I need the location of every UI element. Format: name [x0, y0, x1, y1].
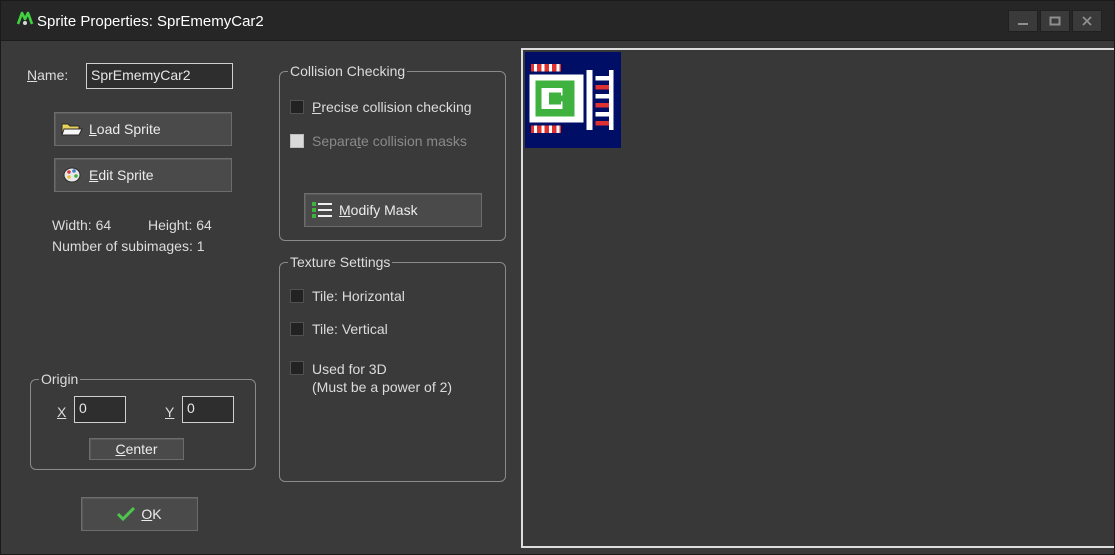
- edit-sprite-label: Edit Sprite: [89, 167, 154, 183]
- precise-collision-checkbox[interactable]: [290, 100, 304, 114]
- window-title: Sprite Properties: SprEmemyCar2: [37, 13, 264, 30]
- used-for-3d-label: Used for 3D: [312, 361, 387, 377]
- collision-checking-title: Collision Checking: [288, 63, 408, 79]
- window-controls: [1008, 10, 1102, 32]
- name-label: Name:: [27, 67, 69, 83]
- texture-settings-title: Texture Settings: [288, 254, 393, 270]
- edit-sprite-button[interactable]: Edit Sprite: [54, 158, 232, 192]
- load-sprite-label: Load Sprite: [89, 121, 161, 137]
- separate-masks-label: Separate collision masks: [312, 133, 467, 149]
- texture-settings-group: Texture Settings Tile: Horizontal Tile: …: [279, 254, 506, 482]
- title-bar: Sprite Properties: SprEmemyCar2: [1, 1, 1114, 41]
- precise-collision-option[interactable]: Precise collision checking: [290, 99, 472, 115]
- tile-horizontal-option[interactable]: Tile: Horizontal: [290, 288, 405, 304]
- name-field[interactable]: SprEmemyCar2: [86, 63, 233, 89]
- origin-x-label: X: [57, 404, 67, 420]
- center-label: Center: [115, 441, 158, 457]
- ok-label: OK: [141, 506, 162, 522]
- tile-vertical-checkbox[interactable]: [290, 322, 304, 336]
- modify-mask-label: Modify Mask: [339, 202, 418, 218]
- origin-y-label: Y: [165, 404, 175, 420]
- mask-list-icon: [311, 201, 333, 219]
- tile-vertical-label: Tile: Vertical: [312, 321, 388, 337]
- maximize-icon: [1049, 16, 1061, 26]
- minimize-button[interactable]: [1008, 10, 1038, 32]
- origin-group: Origin X 0 Y 0 Center: [30, 371, 256, 470]
- used-for-3d-text: Used for 3D (Must be a power of 2): [312, 360, 452, 396]
- tile-horizontal-checkbox[interactable]: [290, 289, 304, 303]
- tile-vertical-option[interactable]: Tile: Vertical: [290, 321, 388, 337]
- separate-masks-option: Separate collision masks: [290, 133, 467, 149]
- origin-title: Origin: [39, 371, 81, 387]
- used-for-3d-note: (Must be a power of 2): [312, 379, 453, 395]
- origin-x-input[interactable]: 0: [74, 396, 126, 423]
- sprite-properties-window: Sprite Properties: SprEmemyCar2 Name: Sp…: [0, 0, 1115, 555]
- modify-mask-button[interactable]: Modify Mask: [304, 193, 482, 227]
- precise-collision-label: Precise collision checking: [312, 99, 472, 115]
- maximize-button[interactable]: [1040, 10, 1070, 32]
- checkmark-icon: [117, 507, 136, 521]
- sprite-width: Width: 64: [52, 217, 112, 233]
- used-for-3d-option[interactable]: Used for 3D (Must be a power of 2): [290, 360, 452, 396]
- minimize-icon: [1018, 23, 1028, 25]
- used-for-3d-checkbox[interactable]: [290, 361, 304, 375]
- sprite-preview-area: [521, 48, 1114, 548]
- origin-y-input[interactable]: 0: [182, 396, 234, 423]
- sprite-preview-image: [525, 52, 621, 148]
- separate-masks-checkbox: [290, 134, 304, 148]
- center-button[interactable]: Center: [89, 438, 184, 460]
- close-button[interactable]: [1072, 10, 1102, 32]
- folder-open-icon: [61, 120, 83, 138]
- sprite-height: Height: 64: [148, 217, 212, 233]
- sprite-subimages: Number of subimages: 1: [52, 238, 205, 254]
- properties-pane: Name: SprEmemyCar2 Load Sprite Edit Spri…: [2, 42, 519, 550]
- tile-horizontal-label: Tile: Horizontal: [312, 288, 405, 304]
- ok-button[interactable]: OK: [81, 497, 198, 531]
- load-sprite-button[interactable]: Load Sprite: [54, 112, 232, 146]
- game-maker-icon: [16, 10, 34, 28]
- collision-checking-group: Collision Checking Precise collision che…: [279, 63, 506, 241]
- close-icon: [1082, 16, 1092, 26]
- paint-palette-icon: [61, 166, 83, 184]
